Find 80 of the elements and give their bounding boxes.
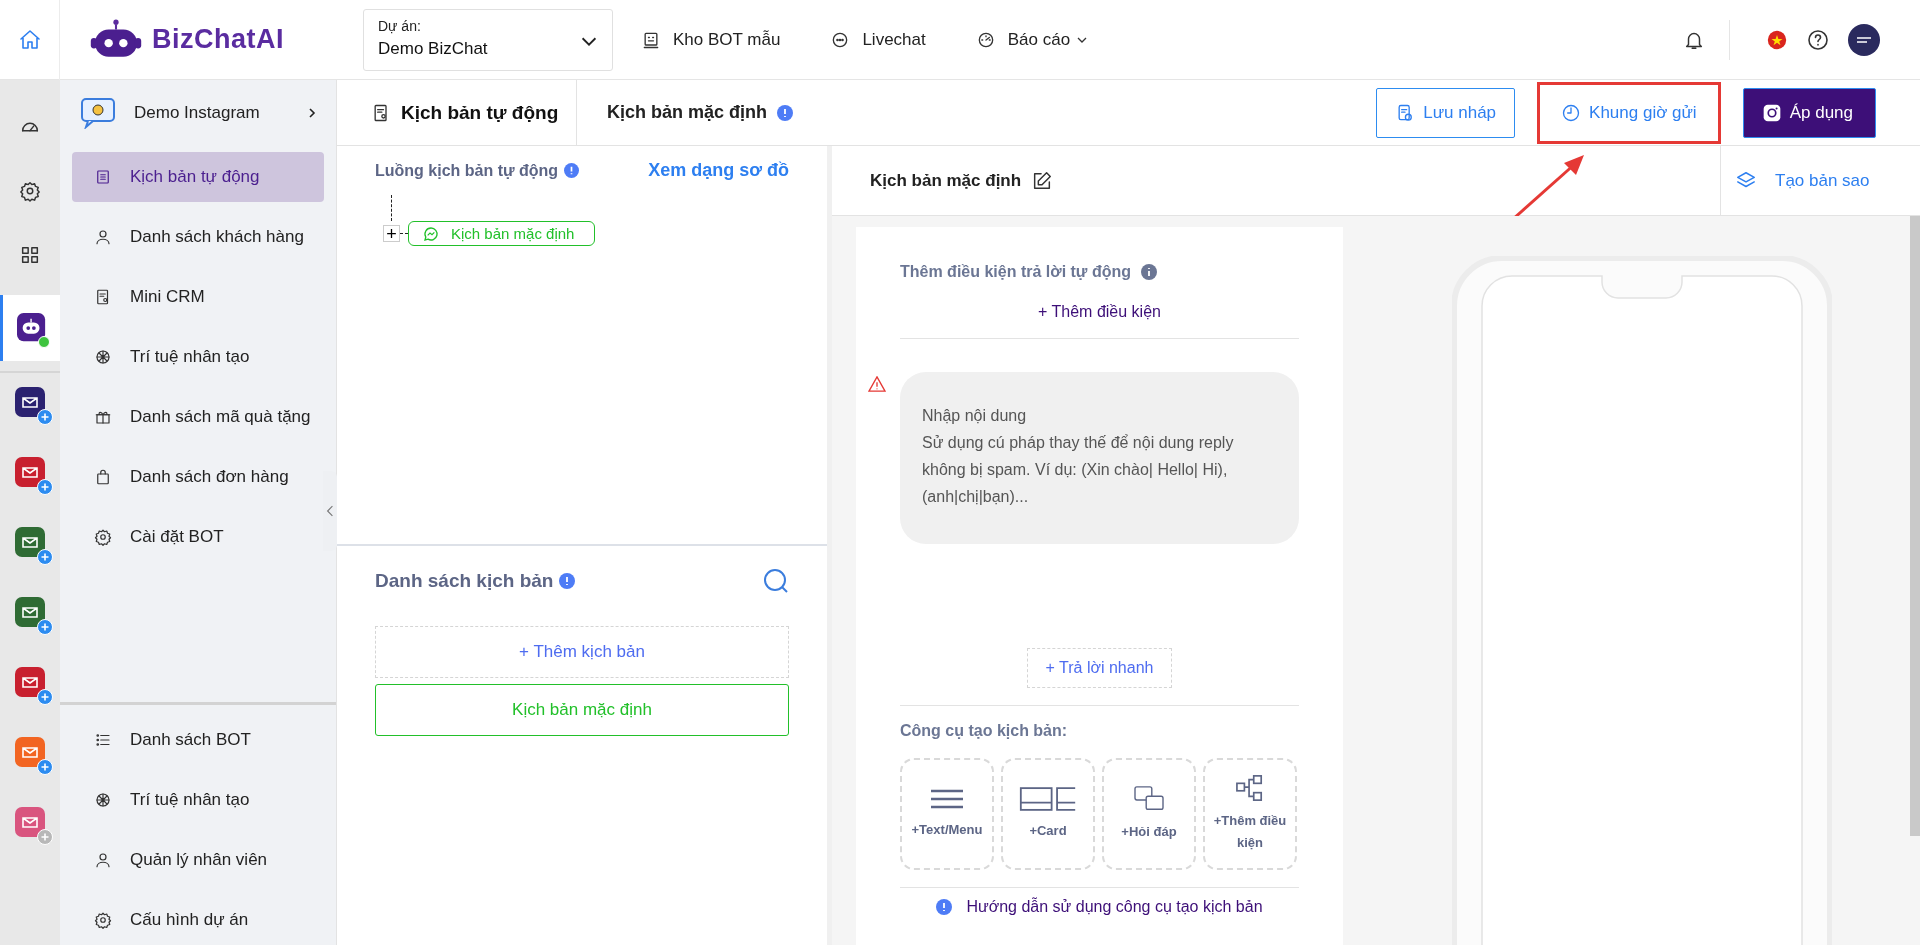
edit-icon[interactable] [1031,169,1054,192]
breadcrumb-link[interactable]: Kịch bản tự động [401,101,559,124]
app-icon[interactable] [15,527,45,557]
header-button[interactable]: Lưu nháp [1376,87,1516,138]
person-icon [94,228,112,246]
list-icon [94,168,112,186]
scrollbar[interactable] [1910,216,1920,836]
flowchart-icon [1235,774,1265,802]
diagram-view-link[interactable]: Xem dạng sơ đồ [648,160,789,181]
help-icon[interactable] [1806,27,1830,52]
sidebar-item[interactable]: Quản lý nhân viên [72,835,324,885]
add-condition-link[interactable]: + Thêm điều kiện [1038,303,1161,321]
sidebar-item[interactable]: Danh sách khách hàng [72,212,324,262]
section-title: Luồng kịch bản tự động [375,161,559,180]
app-icon[interactable] [15,597,45,627]
brand-logo-text: BizChatAI [152,24,284,55]
instagram-icon [1761,102,1782,123]
quick-reply-button[interactable]: + Trả lời nhanh [1026,648,1173,688]
sidebar-item[interactable]: Kịch bản tự động [72,152,324,202]
chat-gear-icon [80,96,116,129]
settings-icon[interactable] [19,180,41,202]
settings-icon [94,528,112,546]
chevron-left-icon[interactable] [326,504,334,518]
messenger-icon [423,225,439,242]
info-icon [564,163,580,178]
qa-icon [1133,785,1165,813]
app-icon[interactable] [15,457,45,487]
info-icon [559,573,576,589]
script-title: Kịch bản mặc định [870,170,1022,191]
expand-button[interactable]: + [383,225,400,242]
grid-icon[interactable] [19,244,41,266]
chevron-right-icon[interactable] [306,106,318,119]
guide-link[interactable]: Hướng dẫn sử dụng công cụ tạo kịch bản [966,898,1263,916]
duplicate-button[interactable]: Tạo bản sao [1720,146,1920,215]
home-icon[interactable] [17,27,42,52]
section-title: Công cụ tạo kịch bản: [900,722,1069,740]
info-icon [777,104,794,121]
tool-button[interactable]: +Card [1001,758,1095,870]
breadcrumb-current: Kịch bản mặc định [607,102,768,123]
info-icon [1141,264,1157,280]
clock-icon [1561,102,1582,123]
vietnam-flag-icon[interactable] [1766,28,1788,51]
nav-link[interactable]: Livechat [862,29,926,50]
app-icon[interactable] [15,387,45,417]
avatar-icon[interactable] [1848,23,1880,56]
status-dot [38,336,50,348]
bag-icon [94,468,112,486]
search-icon[interactable] [763,568,789,594]
sidebar-item[interactable]: Cấu hình dự án [72,895,324,945]
robot-icon[interactable] [16,313,47,343]
plus-badge-icon[interactable] [37,409,53,425]
header-button[interactable]: Áp dụng [1742,87,1876,138]
sidebar-item[interactable]: Trí tuệ nhân tạo [72,332,324,382]
app-icon[interactable] [15,667,45,697]
message-field[interactable]: Nhập nội dung Sử dụng cú pháp thay thế để nội dung reply không bị spam. Ví dụ: (Xin chào| Hello| Hi), (anh|chị|bạn)... [900,372,1299,544]
person-icon [94,851,112,869]
plus-badge-icon[interactable] [37,619,53,635]
sidebar-item[interactable]: Danh sách BOT [72,715,324,765]
settings-icon [94,911,112,929]
project-dropdown[interactable]: Dự án: Demo BizChat [363,8,613,71]
channel-selector[interactable]: Demo Instagram [60,80,336,145]
info-icon [936,899,953,915]
sidebar-item[interactable]: Cài đặt BOT [72,512,324,562]
tool-button[interactable]: +Hỏi đáp [1102,758,1196,870]
tool-button[interactable]: +Thêm điều kiện [1203,758,1297,870]
tool-button[interactable]: +Text/Menu [900,758,994,870]
sidebar-item[interactable]: Mini CRM [72,272,324,322]
plus-badge-icon[interactable] [37,479,53,495]
nav-link[interactable]: Báo cáo [1007,29,1089,50]
section-title: Danh sách kịch bản [375,570,554,592]
sidebar-item[interactable]: Danh sách đơn hàng [72,452,324,502]
section-title: Thêm điều kiện trả lời tự động [900,263,1131,281]
card-icon [1019,786,1077,812]
add-script-button[interactable]: + Thêm kịch bản [375,626,789,678]
list-icon [94,731,112,749]
sidebar-item[interactable]: Danh sách mã quà tặng [72,392,324,442]
plus-badge-icon[interactable] [37,549,53,565]
plus-badge-icon[interactable] [37,689,53,705]
nav-link[interactable]: Kho BOT mẫu [673,29,781,50]
sidebar-item[interactable]: Trí tuệ nhân tạo [72,775,324,825]
